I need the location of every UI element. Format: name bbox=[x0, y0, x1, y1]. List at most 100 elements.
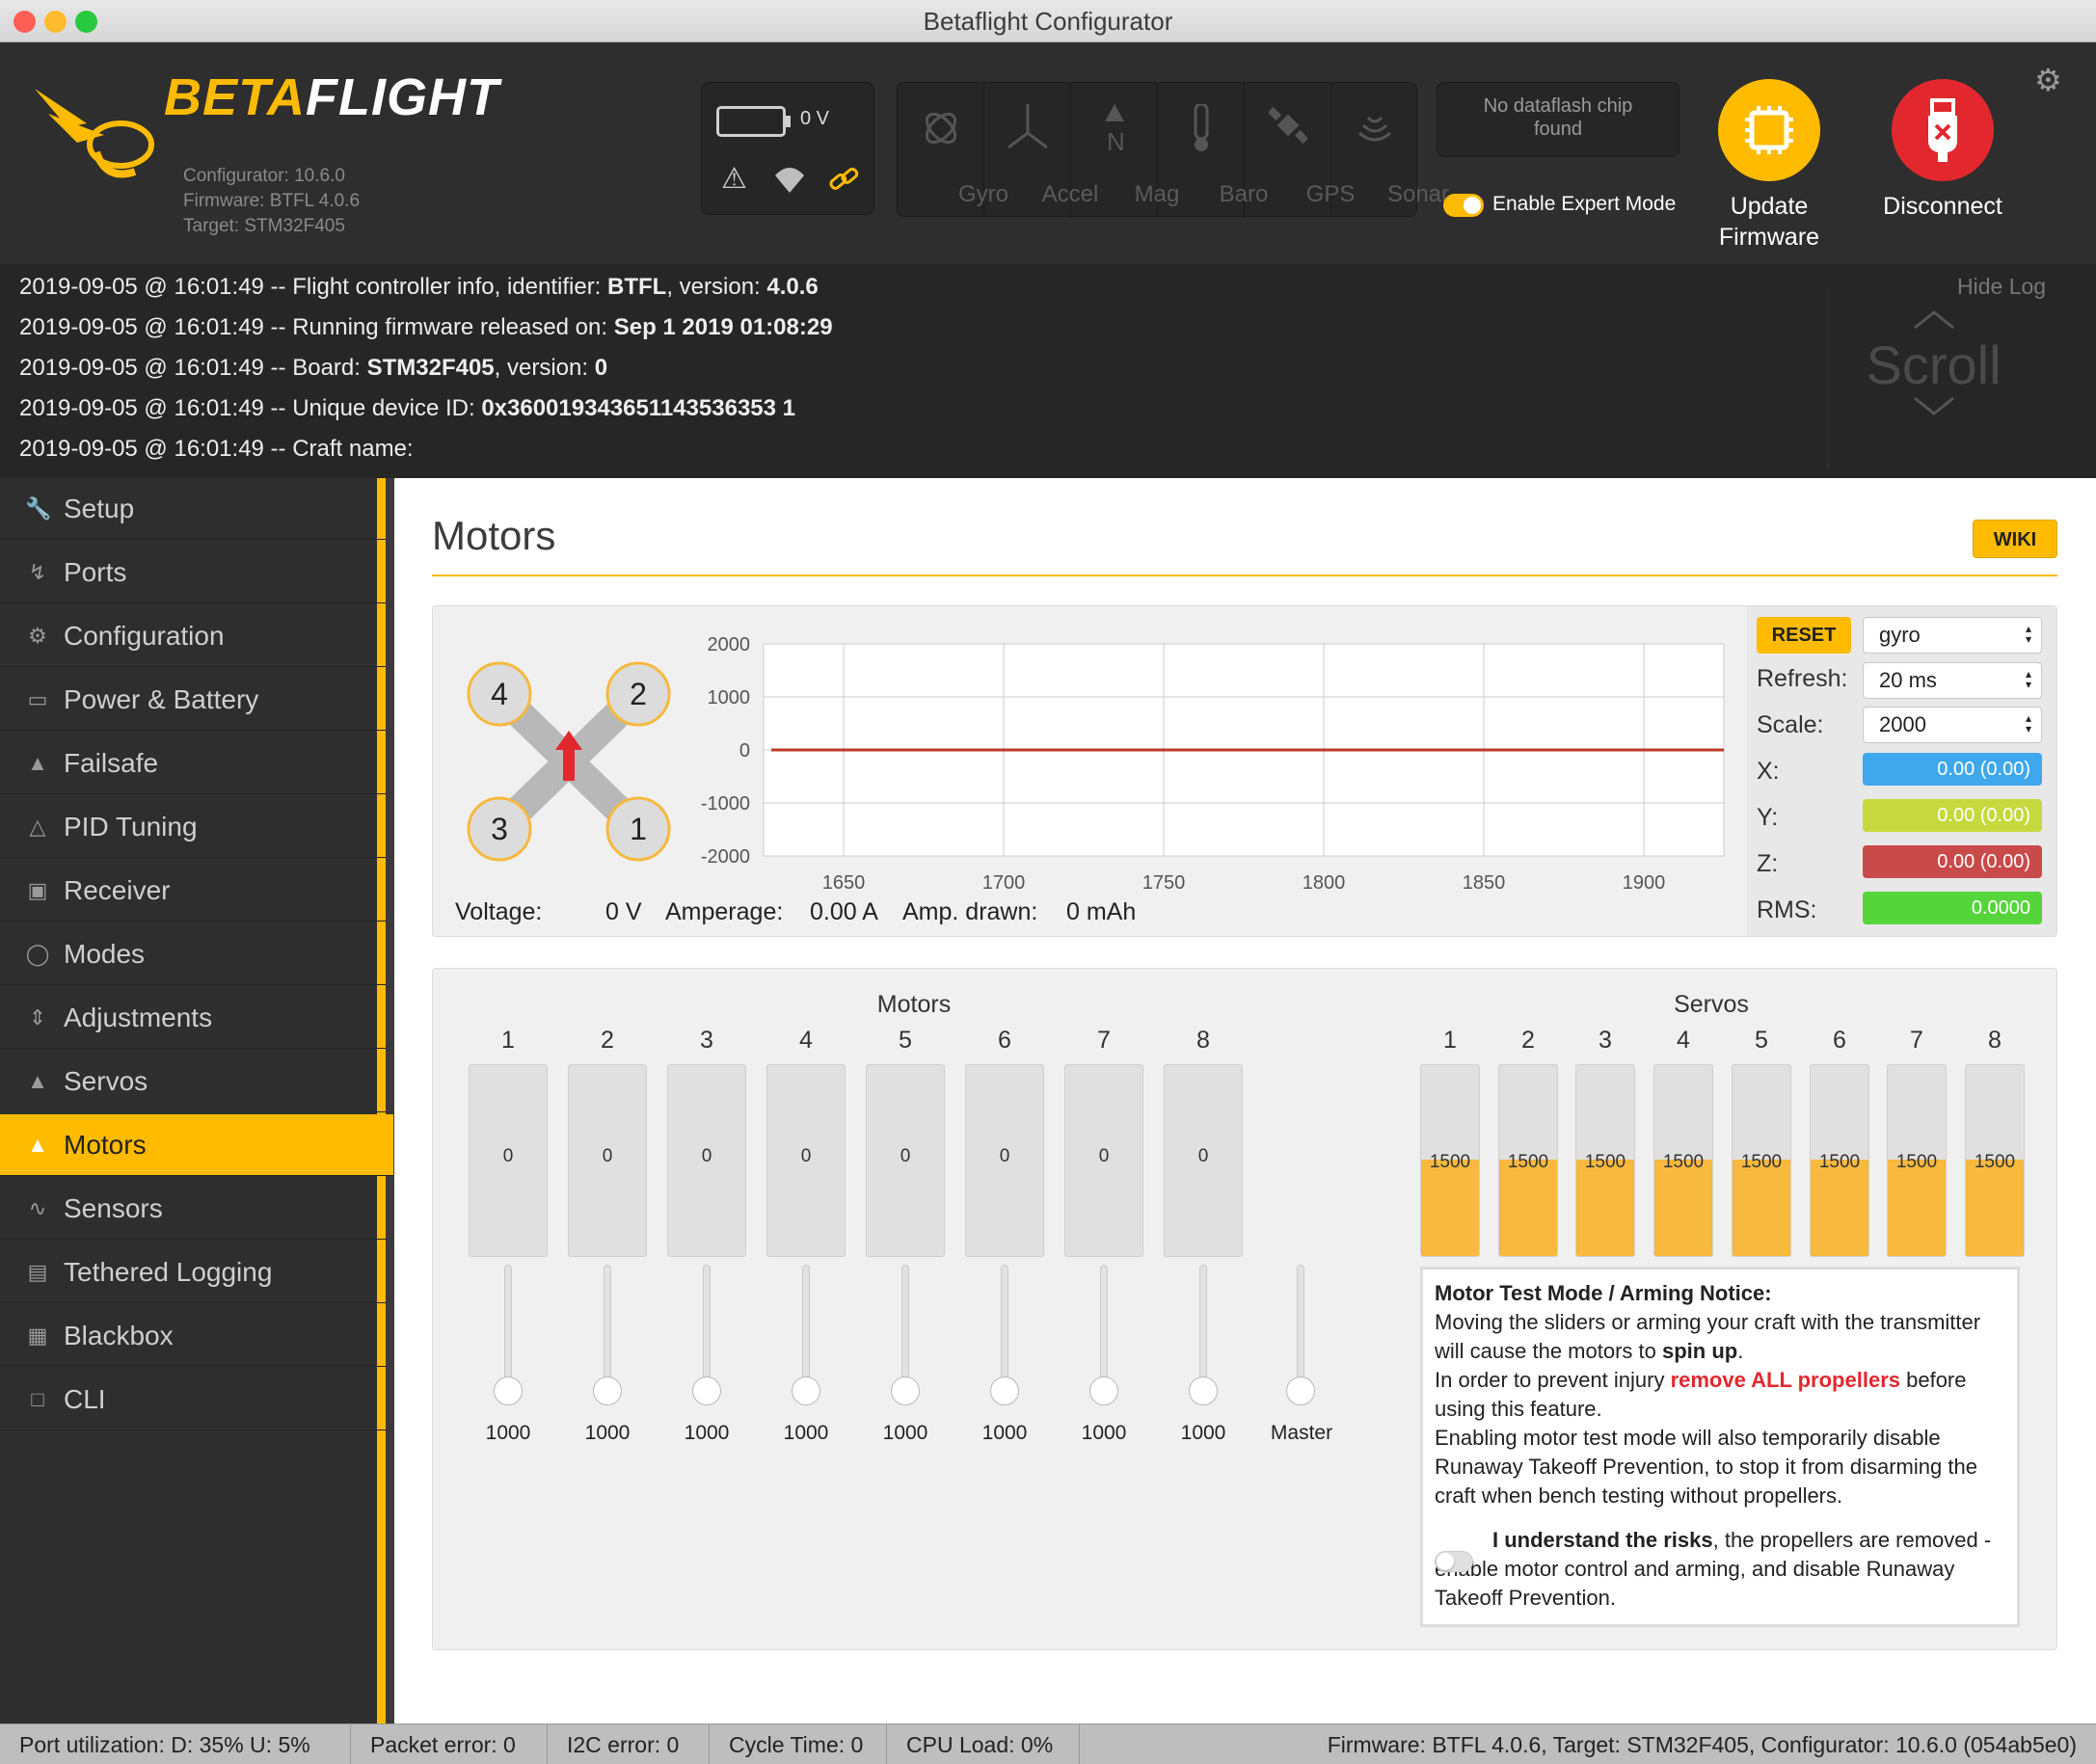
quad-motor-4-label: 4 bbox=[491, 677, 508, 711]
satellite-icon bbox=[1269, 106, 1307, 145]
sidebar-item-motors[interactable]: ▲ Motors bbox=[0, 1114, 393, 1176]
sidebar-item-power-battery[interactable]: ▭ Power & Battery bbox=[0, 669, 386, 731]
scale-select[interactable]: 2000 bbox=[1863, 707, 2042, 743]
sidebar-item-blackbox[interactable]: ▦ Blackbox bbox=[0, 1305, 386, 1367]
sidebar-item-sensors[interactable]: ∿ Sensors bbox=[0, 1178, 386, 1240]
update-firmware-button[interactable] bbox=[1718, 79, 1820, 181]
battery-voltage: 0 V bbox=[800, 108, 830, 129]
sidebar-item-ports[interactable]: ↯ Ports bbox=[0, 542, 386, 603]
svg-text:N: N bbox=[1107, 127, 1125, 152]
dataflash-status: No dataflash chip found bbox=[1437, 82, 1679, 157]
understand-risks-toggle[interactable] bbox=[1435, 1551, 1473, 1572]
arming-notice: Motor Test Mode / Arming Notice: Moving … bbox=[1420, 1267, 2020, 1627]
master-slider-track[interactable] bbox=[1297, 1265, 1304, 1390]
gyro-icon bbox=[925, 112, 957, 145]
sidebar-item-servos[interactable]: ▲ Servos bbox=[0, 1051, 386, 1112]
servo-number: 2 bbox=[1521, 1027, 1535, 1054]
motor-number: 3 bbox=[700, 1027, 713, 1054]
motor-output-bar: 0 bbox=[667, 1064, 746, 1257]
sliders-tree-icon: △ bbox=[29, 815, 46, 839]
sidebar-item-modes[interactable]: ◯ Modes bbox=[0, 923, 386, 985]
master-slider-handle[interactable] bbox=[1286, 1376, 1315, 1405]
servo-output-bar: 1500 bbox=[1732, 1064, 1791, 1257]
servo-number: 7 bbox=[1910, 1027, 1923, 1054]
minimize-window-button[interactable] bbox=[44, 11, 67, 33]
sensor-gyro: Gyro bbox=[898, 83, 1008, 218]
parachute-icon bbox=[775, 168, 804, 193]
servo-number: 4 bbox=[1677, 1027, 1690, 1054]
update-firmware-label[interactable]: Update Firmware bbox=[1697, 191, 1841, 253]
motor-slider-handle[interactable] bbox=[1189, 1376, 1218, 1405]
motor-slider-value: 1000 bbox=[684, 1422, 730, 1444]
sidebar-item-receiver[interactable]: ▣ Receiver bbox=[0, 860, 386, 922]
chart-x-tick-label: 1900 bbox=[1623, 872, 1666, 894]
servo-output-value: 1500 bbox=[1974, 1152, 2016, 1172]
motor-slider-track[interactable] bbox=[1199, 1265, 1207, 1390]
log-panel: 2019-09-05 @ 16:01:49 -- Flight controll… bbox=[0, 264, 2096, 478]
motor-slider-handle[interactable] bbox=[692, 1376, 721, 1405]
refresh-select[interactable]: 20 ms bbox=[1863, 662, 2042, 699]
servo-icon: ▲ bbox=[27, 1069, 48, 1093]
wiki-button[interactable]: WIKI bbox=[1973, 520, 2057, 558]
refresh-label: Refresh: bbox=[1757, 665, 1848, 692]
sensor-mag: N Mag bbox=[1071, 83, 1179, 218]
motor-slider-track[interactable] bbox=[802, 1265, 810, 1390]
i2c-error: I2C error: 0 bbox=[548, 1724, 710, 1764]
motor-slider-handle[interactable] bbox=[593, 1376, 622, 1405]
motor-slider-track[interactable] bbox=[504, 1265, 512, 1390]
servo-output-bar: 1500 bbox=[1498, 1064, 1558, 1257]
sensor-status-panel: Gyro Accel N Mag Baro GPS Sonar bbox=[897, 82, 1449, 218]
quad-motor-1-label: 1 bbox=[630, 812, 647, 846]
servo-output-value: 1500 bbox=[1818, 1152, 1861, 1172]
motor-slider-handle[interactable] bbox=[494, 1376, 523, 1405]
motor-slider-track[interactable] bbox=[1001, 1265, 1008, 1390]
y-axis-label: Y: bbox=[1757, 804, 1779, 831]
target-board: Target: STM32F405 bbox=[183, 216, 345, 236]
motor-slider-track[interactable] bbox=[901, 1265, 909, 1390]
terminal-icon: □ bbox=[31, 1387, 44, 1411]
sidebar-item-adjustments[interactable]: ⇕ Adjustments bbox=[0, 987, 386, 1049]
reset-button[interactable]: RESET bbox=[1757, 617, 1851, 654]
motor-slider-handle[interactable] bbox=[990, 1376, 1019, 1405]
sidebar-item-failsafe[interactable]: ▲ Failsafe bbox=[0, 733, 386, 794]
sidebar-item-cli[interactable]: □ CLI bbox=[0, 1369, 386, 1430]
motor-slider-value: 1000 bbox=[981, 1422, 1028, 1444]
servo-output-bar: 1500 bbox=[1810, 1064, 1869, 1257]
settings-gear-icon[interactable]: ⚙ bbox=[2034, 62, 2062, 98]
pulse-icon: ∿ bbox=[28, 1196, 47, 1220]
chart-x-tick-label: 1850 bbox=[1463, 872, 1506, 894]
disconnect-button[interactable] bbox=[1892, 79, 1994, 181]
sidebar-item-configuration[interactable]: ⚙ Configuration bbox=[0, 605, 386, 667]
motor-slider-handle[interactable] bbox=[1089, 1376, 1118, 1405]
log-scroll-indicator[interactable]: Scroll bbox=[1827, 287, 2039, 470]
quadcopter-diagram: 4 2 3 1 bbox=[467, 661, 671, 862]
z-axis-value: 0.00 (0.00) bbox=[1863, 845, 2042, 878]
receiver-icon: ▣ bbox=[27, 878, 48, 902]
motor-output-value: 0 bbox=[999, 1146, 1010, 1166]
servo-number: 5 bbox=[1755, 1027, 1768, 1054]
zoom-window-button[interactable] bbox=[75, 11, 97, 33]
page-title: Motors bbox=[432, 513, 556, 558]
motor-slider-track[interactable] bbox=[1100, 1265, 1108, 1390]
motors-header: Motors bbox=[876, 991, 952, 1018]
sonar-icon bbox=[1358, 116, 1391, 142]
chart-x-tick-label: 1700 bbox=[982, 872, 1026, 894]
sidebar-item-pid-tuning[interactable]: △ PID Tuning bbox=[0, 796, 386, 858]
motor-slider-track[interactable] bbox=[703, 1265, 711, 1390]
disconnect-label[interactable]: Disconnect bbox=[1866, 191, 2020, 222]
motor-slider-handle[interactable] bbox=[792, 1376, 820, 1405]
motor-output-bar: 0 bbox=[866, 1064, 945, 1257]
chip-icon bbox=[1745, 106, 1793, 154]
notice-paragraph: Moving the sliders or arming your craft … bbox=[1435, 1310, 1981, 1363]
expert-mode-toggle[interactable] bbox=[1443, 194, 1484, 217]
window-title-bar: Betaflight Configurator bbox=[0, 0, 2096, 42]
bee-logo-icon bbox=[35, 89, 154, 178]
sidebar-item-tethered-logging[interactable]: ▤ Tethered Logging bbox=[0, 1242, 386, 1303]
sidebar-item-setup[interactable]: 🔧 Setup bbox=[0, 478, 386, 540]
motor-slider-handle[interactable] bbox=[891, 1376, 920, 1405]
motor-slider-track[interactable] bbox=[604, 1265, 611, 1390]
cycle-time: Cycle Time: 0 bbox=[710, 1724, 887, 1764]
gyro-line-chart: 2000 1000 0 -1000 -2000 1650 1700 1750 1800 1850 1… bbox=[701, 634, 1725, 894]
graph-source-select[interactable]: gyro bbox=[1863, 617, 2042, 654]
close-window-button[interactable] bbox=[13, 11, 36, 33]
